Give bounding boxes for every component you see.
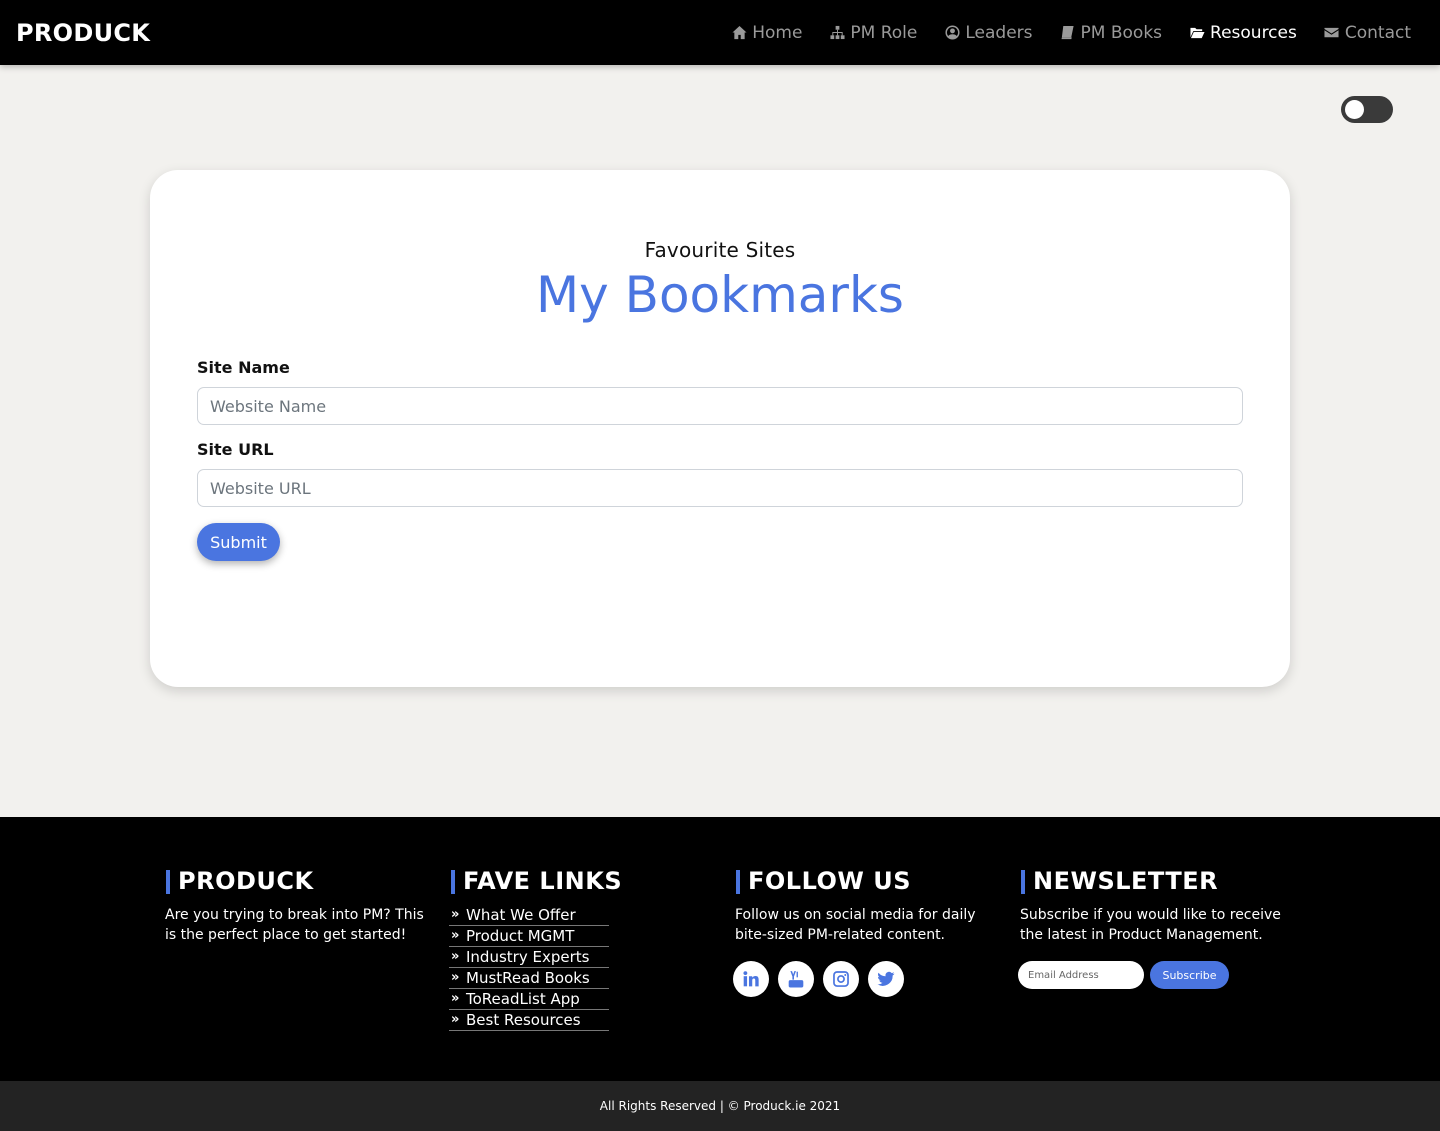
sitemap-icon (828, 25, 846, 41)
double-chevron-icon: » (451, 970, 460, 985)
nav-menu: Home PM Role Leaders PM Books Resources … (704, 23, 1411, 43)
footer-about: PRODUCK Are you trying to break into PM?… (165, 867, 436, 945)
copyright-text: All Rights Reserved | © Produck.ie 2021 (599, 1099, 841, 1113)
nav-label: PM Books (1080, 22, 1163, 43)
footer-links: FAVE LINKS » What We Offer » Product MGMT … (449, 867, 721, 1031)
page-title: My Bookmarks (536, 266, 904, 324)
footer: PRODUCK Are you trying to break into PM?… (0, 817, 1440, 1081)
link-label: Product MGMT (466, 927, 575, 945)
user-circle-icon (943, 25, 961, 41)
footer-link-best-resources[interactable]: » Best Resources (449, 1010, 609, 1031)
nav-label: Leaders (965, 22, 1033, 43)
link-label: MustRead Books (466, 969, 590, 987)
footer-follow-text: Follow us on social media for daily bite… (735, 907, 976, 943)
footer-newsletter: NEWSLETTER Subscribe if you would like t… (1018, 867, 1291, 989)
double-chevron-icon: » (451, 991, 460, 1006)
submit-button[interactable]: Submit (197, 523, 280, 561)
theme-toggle[interactable] (1341, 96, 1393, 123)
footer-newsletter-heading: NEWSLETTER (1021, 867, 1291, 895)
newsletter-form: Subscribe (1018, 961, 1291, 989)
nav-item-pm-role[interactable]: PM Role (828, 23, 917, 43)
subscribe-button[interactable]: Subscribe (1150, 961, 1229, 989)
nav-label: PM Role (850, 22, 918, 43)
nav-label: Contact (1344, 22, 1411, 43)
nav-item-pm-books[interactable]: PM Books (1059, 22, 1163, 43)
site-name-label: Site Name (197, 358, 290, 377)
double-chevron-icon: » (451, 907, 460, 922)
link-label: Industry Experts (466, 948, 590, 966)
footer-about-text: Are you trying to break into PM? This is… (165, 907, 424, 943)
navbar: PRODUCK Home PM Role Leaders PM Books Re… (0, 0, 1440, 65)
email-field[interactable] (1018, 961, 1144, 989)
footer-link-mustread-books[interactable]: » MustRead Books (449, 968, 609, 989)
youtube-icon[interactable] (778, 961, 814, 997)
nav-item-resources[interactable]: Resources (1188, 23, 1297, 43)
book-icon (1059, 25, 1077, 41)
footer-follow: FOLLOW US Follow us on social media for … (733, 867, 1006, 997)
site-url-input[interactable] (197, 469, 1243, 507)
toggle-knob (1345, 100, 1364, 119)
nav-item-contact[interactable]: Contact (1323, 23, 1411, 43)
linkedin-icon[interactable] (733, 961, 769, 997)
folder-open-icon (1188, 25, 1206, 41)
link-label: What We Offer (466, 906, 576, 924)
footer-link-industry-experts[interactable]: » Industry Experts (449, 947, 609, 968)
link-label: Best Resources (466, 1011, 581, 1029)
double-chevron-icon: » (451, 949, 460, 964)
link-label: ToReadList App (466, 990, 580, 1008)
card-subtitle: Favourite Sites (644, 238, 796, 262)
instagram-icon[interactable] (823, 961, 859, 997)
nav-label: Home (752, 22, 803, 43)
site-name-input[interactable] (197, 387, 1243, 425)
footer-links-list: » What We Offer » Product MGMT » Industry E… (449, 905, 609, 1031)
nav-item-leaders[interactable]: Leaders (943, 22, 1033, 43)
copyright-bar: All Rights Reserved | © Produck.ie 2021 (0, 1081, 1440, 1131)
footer-link-what-we-offer[interactable]: » What We Offer (449, 905, 609, 926)
footer-link-toreadlist-app[interactable]: » ToReadList App (449, 989, 609, 1010)
footer-follow-heading: FOLLOW US (736, 867, 1006, 895)
nav-label: Resources (1210, 22, 1297, 43)
footer-links-heading: FAVE LINKS (451, 867, 721, 895)
twitter-icon[interactable] (868, 961, 904, 997)
social-icons (733, 961, 1006, 997)
bookmark-card: Favourite Sites My Bookmarks Site Name S… (150, 170, 1290, 687)
footer-about-heading: PRODUCK (166, 867, 436, 895)
footer-newsletter-text: Subscribe if you would like to receive t… (1020, 907, 1281, 943)
brand-logo[interactable]: PRODUCK (16, 19, 150, 47)
nav-item-home[interactable]: Home (730, 23, 802, 43)
home-icon (730, 25, 748, 41)
double-chevron-icon: » (451, 1012, 460, 1027)
footer-link-product-mgmt[interactable]: » Product MGMT (449, 926, 609, 947)
envelope-icon (1323, 25, 1341, 41)
double-chevron-icon: » (451, 928, 460, 943)
site-url-label: Site URL (197, 440, 274, 459)
